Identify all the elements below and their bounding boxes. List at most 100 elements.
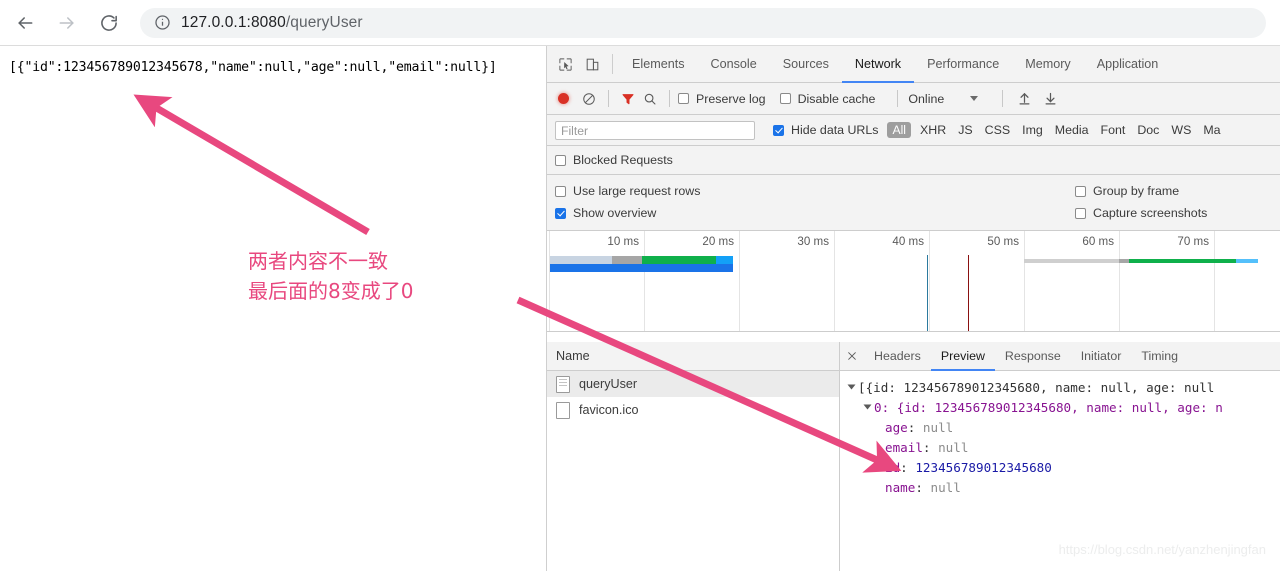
filter-toggle-button[interactable]	[617, 92, 639, 106]
filter-type-xhr[interactable]: XHR	[914, 123, 952, 137]
upload-har-icon	[1019, 92, 1030, 105]
back-button[interactable]	[8, 6, 42, 40]
tab-console[interactable]: Console	[698, 46, 770, 83]
disclosure-triangle-icon[interactable]	[863, 404, 872, 410]
overview-tick-label: 50 ms	[987, 235, 1019, 248]
preserve-log-group[interactable]: Preserve log	[678, 92, 766, 106]
close-icon	[848, 352, 856, 360]
disclosure-triangle-icon[interactable]	[847, 384, 856, 390]
detail-tab-timing[interactable]: Timing	[1131, 342, 1188, 371]
group-by-frame-group[interactable]: Group by frame	[1075, 184, 1179, 198]
tab-network[interactable]: Network	[841, 46, 915, 83]
large-rows-checkbox[interactable]	[555, 185, 566, 197]
filter-type-doc[interactable]: Doc	[1131, 123, 1165, 137]
filter-type-ws[interactable]: WS	[1165, 123, 1197, 137]
reload-icon	[101, 14, 117, 31]
show-overview-group[interactable]: Show overview	[555, 206, 1075, 220]
large-rows-group[interactable]: Use large request rows	[555, 184, 1075, 198]
preview-child-row[interactable]: 0: {id: 123456789012345680, name: null, …	[849, 398, 1280, 418]
filter-input[interactable]: Filter	[555, 120, 755, 140]
close-detail-button[interactable]	[840, 342, 864, 370]
overview-gridline	[1119, 231, 1120, 331]
controls-divider-1	[608, 90, 609, 107]
filter-type-js[interactable]: JS	[952, 123, 978, 137]
export-har-button[interactable]	[1037, 91, 1063, 106]
group-by-frame-label: Group by frame	[1093, 184, 1180, 198]
show-overview-checkbox[interactable]	[555, 207, 566, 219]
record-button[interactable]	[558, 93, 569, 104]
hide-data-urls-group[interactable]: Hide data URLs	[773, 123, 878, 137]
clear-icon	[583, 92, 595, 105]
info-circle-icon[interactable]	[154, 14, 171, 31]
overview-bar-segment	[1129, 259, 1236, 263]
url-host: 127.0.0.1:8080	[181, 13, 286, 31]
filter-type-manifest[interactable]: Ma	[1197, 123, 1226, 137]
filter-type-img[interactable]: Img	[1016, 123, 1049, 137]
toolbar-divider	[612, 54, 613, 74]
preview-prop-key: age	[885, 420, 908, 435]
blocked-requests-checkbox[interactable]	[555, 154, 566, 166]
overview-tick-label: 70 ms	[1177, 235, 1209, 248]
request-detail-pane: Headers Preview Response Initiator Timin…	[840, 342, 1280, 571]
preserve-log-checkbox[interactable]	[678, 93, 689, 104]
download-har-icon	[1045, 92, 1056, 105]
preview-json-tree: [{id: 123456789012345680, name: null, ag…	[840, 371, 1280, 498]
request-list: Name queryUser favicon.ico	[547, 342, 840, 571]
capture-screenshots-checkbox[interactable]	[1075, 207, 1086, 219]
reload-button[interactable]	[92, 6, 126, 40]
search-icon	[644, 93, 656, 105]
document-icon	[556, 375, 570, 393]
group-by-frame-checkbox[interactable]	[1075, 185, 1086, 197]
filter-type-font[interactable]: Font	[1095, 123, 1132, 137]
filter-funnel-icon	[622, 93, 634, 104]
arrow-left-icon	[18, 16, 33, 29]
filter-type-all[interactable]: All	[887, 122, 912, 138]
overview-bar-segment	[716, 256, 733, 264]
request-list-header[interactable]: Name	[547, 342, 839, 371]
tab-memory[interactable]: Memory	[1012, 46, 1083, 83]
search-button[interactable]	[639, 92, 661, 106]
network-overview-timeline[interactable]: 10 ms 20 ms 30 ms 40 ms 50 ms 60 ms 70 m…	[547, 231, 1280, 332]
tab-elements[interactable]: Elements	[619, 46, 698, 83]
inspect-element-button[interactable]	[552, 46, 579, 82]
filter-type-css[interactable]: CSS	[979, 123, 1016, 137]
overview-gridline	[739, 231, 740, 331]
device-toolbar-icon	[586, 58, 599, 70]
overview-tick-label: 20 ms	[702, 235, 734, 248]
disable-cache-checkbox[interactable]	[779, 93, 791, 104]
preview-root-row[interactable]: [{id: 123456789012345680, name: null, ag…	[847, 378, 1280, 398]
capture-screenshots-group[interactable]: Capture screenshots	[1075, 206, 1207, 220]
chevron-down-icon[interactable]	[970, 96, 979, 101]
preview-prop-age: age: null	[885, 420, 954, 435]
overview-gridline	[1214, 231, 1215, 331]
tab-sources[interactable]: Sources	[770, 46, 842, 83]
tab-application[interactable]: Application	[1084, 46, 1172, 83]
inspect-element-icon	[559, 57, 572, 71]
filter-type-media[interactable]: Media	[1049, 123, 1095, 137]
detail-tab-preview[interactable]: Preview	[930, 342, 995, 371]
overview-bar-segment	[642, 256, 716, 264]
blocked-requests-group[interactable]: Blocked Requests	[555, 153, 673, 167]
preview-prop-value: 123456789012345680	[915, 460, 1052, 475]
annotation-text: 两者内容不一致 最后面的8变成了0	[248, 246, 413, 306]
request-row-queryuser[interactable]: queryUser	[547, 371, 839, 397]
throttling-select-value[interactable]: Online	[908, 92, 944, 106]
detail-tab-headers[interactable]: Headers	[864, 342, 931, 371]
disable-cache-group[interactable]: Disable cache	[779, 92, 875, 106]
detail-tab-response[interactable]: Response	[995, 342, 1071, 371]
detail-tab-initiator[interactable]: Initiator	[1071, 342, 1132, 371]
network-bottom-split: Name queryUser favicon.ico Headers Previ…	[547, 342, 1280, 571]
overview-gridline	[644, 231, 645, 331]
preview-prop-key: name	[885, 480, 916, 495]
address-bar[interactable]: 127.0.0.1:8080/queryUser	[140, 7, 1266, 38]
overview-gridline	[1024, 231, 1025, 331]
preview-child-text: 0: {id: 123456789012345680, name: null, …	[874, 400, 1223, 415]
import-har-button[interactable]	[1011, 91, 1037, 106]
preview-prop-value: null	[930, 480, 961, 495]
forward-button[interactable]	[50, 6, 84, 40]
request-row-favicon[interactable]: favicon.ico	[547, 397, 839, 423]
hide-data-urls-checkbox[interactable]	[773, 124, 784, 136]
device-toolbar-button[interactable]	[579, 46, 606, 82]
clear-button[interactable]	[578, 92, 600, 106]
tab-performance[interactable]: Performance	[914, 46, 1012, 83]
